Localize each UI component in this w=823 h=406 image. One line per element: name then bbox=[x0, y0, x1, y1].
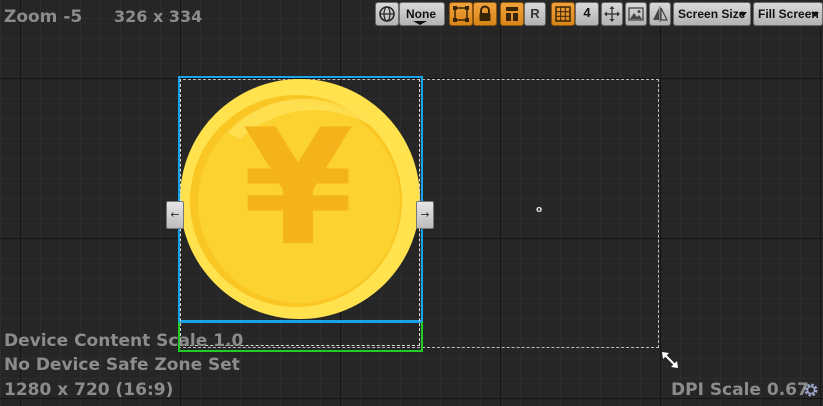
layout-icon bbox=[506, 7, 518, 21]
mirror-button[interactable] bbox=[649, 2, 671, 26]
grid-snap-value-dropdown[interactable]: 4 bbox=[575, 2, 599, 26]
grid-snap-toggle[interactable] bbox=[551, 2, 575, 26]
widget-size-label: 326 x 334 bbox=[114, 7, 203, 26]
chevron-down-icon bbox=[739, 12, 747, 17]
transform-icon bbox=[453, 6, 469, 22]
zoom-label: Zoom -5 bbox=[4, 7, 83, 27]
grid-snap-value: 4 bbox=[583, 5, 591, 20]
lock-toggle-button[interactable] bbox=[473, 2, 497, 26]
image-icon bbox=[628, 7, 644, 21]
layout-toggle-button[interactable] bbox=[500, 2, 524, 26]
chevron-down-icon bbox=[413, 21, 427, 25]
lock-icon bbox=[479, 5, 491, 21]
resize-handle-icon[interactable] bbox=[660, 350, 680, 370]
right-anchor-handle[interactable]: → bbox=[416, 201, 434, 229]
globe-dropdown-label: None bbox=[406, 7, 436, 21]
settings-gear-icon[interactable] bbox=[802, 381, 820, 399]
resolution-label: 1280 x 720 (16:9) bbox=[4, 380, 174, 400]
grid-icon bbox=[555, 6, 571, 22]
background-image-button[interactable] bbox=[625, 2, 647, 26]
chevron-down-icon bbox=[811, 12, 819, 17]
move-icon bbox=[604, 6, 620, 22]
respect-locks-button[interactable]: R bbox=[524, 2, 546, 26]
globe-icon bbox=[379, 6, 395, 22]
fill-screen-dropdown[interactable]: Fill Screen bbox=[753, 2, 823, 26]
safe-zone-label: No Device Safe Zone Set bbox=[4, 355, 240, 375]
right-arrow-icon: → bbox=[420, 208, 430, 221]
selection-inner-dashed bbox=[180, 79, 420, 346]
respect-locks-letter: R bbox=[530, 6, 540, 21]
transform-toggle-button[interactable] bbox=[449, 2, 473, 26]
pivot-marker: o bbox=[536, 205, 543, 215]
globe-button[interactable] bbox=[375, 2, 399, 26]
screen-size-label: Screen Size bbox=[678, 7, 746, 21]
move-tool-button[interactable] bbox=[601, 2, 623, 26]
dpi-scale-label: DPI Scale 0.67 bbox=[671, 380, 809, 400]
device-content-scale-label: Device Content Scale 1.0 bbox=[4, 331, 244, 351]
screen-size-dropdown[interactable]: Screen Size bbox=[673, 2, 751, 26]
left-arrow-icon: ← bbox=[170, 208, 180, 221]
globe-dropdown[interactable]: None bbox=[399, 2, 445, 26]
mirror-icon bbox=[653, 6, 668, 22]
fill-screen-label: Fill Screen bbox=[758, 7, 819, 21]
left-anchor-handle[interactable]: ← bbox=[166, 201, 184, 229]
